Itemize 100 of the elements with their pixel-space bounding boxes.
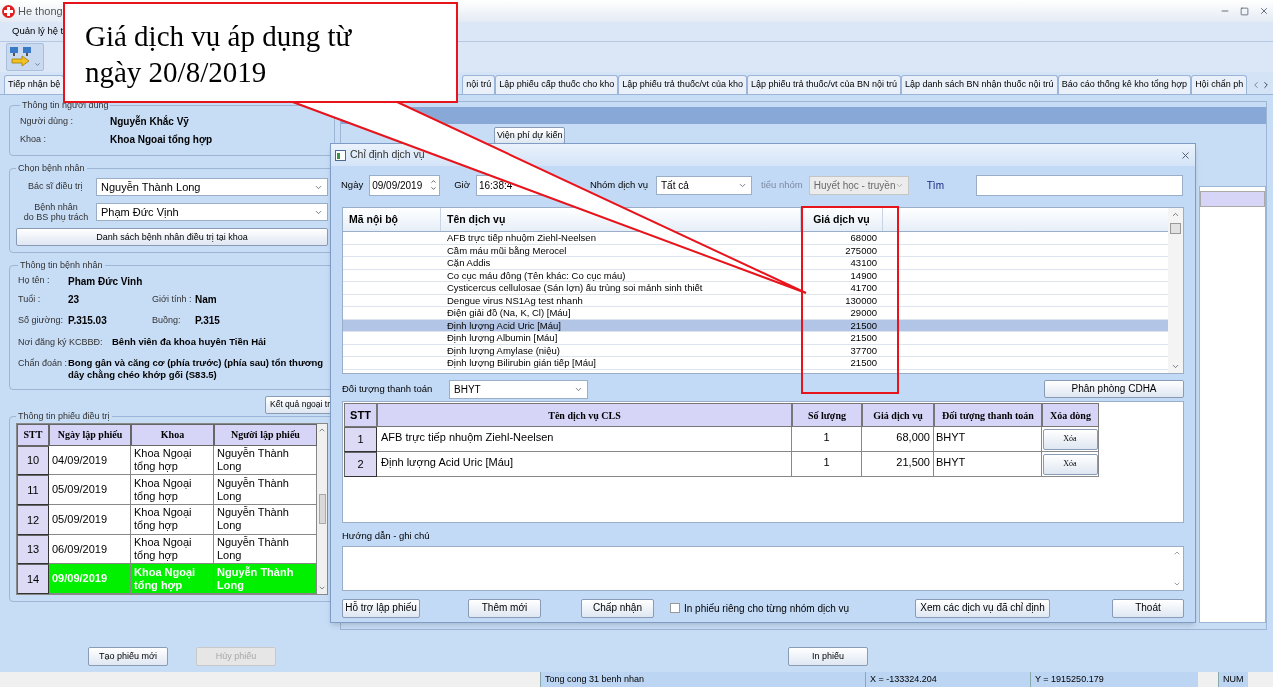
- tab[interactable]: Hội chẩn ph: [1191, 75, 1248, 94]
- table-cell: 68,000: [862, 427, 934, 452]
- maximize-icon[interactable]: [1240, 6, 1249, 16]
- scroll-down-icon[interactable]: [318, 584, 326, 592]
- row-number[interactable]: 10: [17, 445, 49, 476]
- service-row[interactable]: Điện giải đồ (Na, K, Cl) [Máu] 29000: [343, 307, 1168, 320]
- service-name: Dengue virus NS1Ag test nhanh: [446, 295, 584, 305]
- service-name: Cặn Addis: [446, 258, 492, 268]
- tab[interactable]: nội trú: [462, 75, 496, 94]
- column-header[interactable]: Mã nội bộ: [343, 208, 441, 231]
- row-number[interactable]: 2: [344, 452, 377, 477]
- exit-button[interactable]: Thoát: [1112, 598, 1184, 618]
- cross-icon: [2, 4, 15, 18]
- close-icon[interactable]: [1259, 6, 1269, 16]
- service-price: 14900: [849, 270, 878, 280]
- service-row[interactable]: AFB trực tiếp nhuộm Ziehl-Neelsen 68000: [343, 232, 1168, 245]
- table-cell[interactable]: Nguyễn Thành Long: [214, 475, 317, 506]
- row-number[interactable]: 14: [17, 564, 49, 595]
- status-field: Y = 1915250.179: [1030, 672, 1198, 687]
- action-button[interactable]: Thêm mới: [468, 598, 541, 618]
- dropdown-field[interactable]: BHYT: [449, 379, 588, 399]
- tab[interactable]: Báo cáo thống kê kho tổng hợp: [1057, 75, 1192, 94]
- table-cell[interactable]: Nguyễn Thành Long: [214, 534, 317, 565]
- table-cell[interactable]: Khoa Ngoại tổng hợp: [131, 505, 214, 535]
- search-field[interactable]: [975, 174, 1183, 196]
- service-row[interactable]: Cặn Addis 43100: [343, 257, 1168, 270]
- table-cell[interactable]: 04/09/2019: [49, 445, 131, 476]
- column-header: Giá dịch vụ: [862, 403, 934, 427]
- scroll-up-icon[interactable]: [318, 426, 326, 434]
- group-title: Thông tin bệnh nhân: [19, 259, 104, 272]
- scroll-thumb[interactable]: [1170, 223, 1181, 234]
- group-title: Thông tin phiếu điều trị: [17, 409, 111, 423]
- table-cell: Định lượng Acid Uric [Máu]: [377, 452, 792, 477]
- field-label: Tìm: [926, 178, 944, 193]
- column-header: Đối tượng thanh toán: [934, 403, 1042, 427]
- action-button[interactable]: Chấp nhận: [581, 598, 654, 618]
- delete-button[interactable]: Xóa: [1042, 428, 1098, 450]
- group-title: Chọn bệnh nhân: [17, 161, 86, 175]
- column-header: Tên dịch vụ CLS: [377, 403, 792, 427]
- table-cell[interactable]: Khoa Ngoại tổng hợp: [131, 475, 214, 506]
- table-cell[interactable]: Nguyễn Thành Long: [214, 505, 317, 535]
- service-row[interactable]: Cysticercus cellulosae (Sán lợn) ấu trùng soi mảnh sinh thiết 41700: [343, 282, 1168, 295]
- field-label: Nơi đăng ký KCBBĐ:: [18, 335, 104, 349]
- date-field[interactable]: 09/09/2019: [369, 174, 441, 196]
- table-cell[interactable]: 05/09/2019: [49, 505, 131, 535]
- service-row[interactable]: Định lượng Albumin [Máu] 21500: [343, 332, 1168, 345]
- notes-field[interactable]: [342, 546, 1184, 592]
- column-header: Người lập phiếu: [214, 424, 317, 446]
- service-name: Cysticercus cellulosae (Sán lợn) ấu trùng soi mảnh sinh thiết: [446, 283, 704, 293]
- scroll-right-icon[interactable]: [1261, 79, 1271, 90]
- service-price: 275000: [844, 245, 878, 255]
- tab[interactable]: Lập phiếu cấp thuốc cho kho: [495, 75, 619, 94]
- tab[interactable]: Tiếp nhận bệ: [4, 75, 65, 94]
- delete-button[interactable]: Xóa: [1042, 453, 1098, 475]
- scrollbar[interactable]: [1168, 208, 1183, 373]
- dropdown-field[interactable]: Phạm Đức Vịnh: [96, 203, 328, 221]
- table-cell[interactable]: Khoa Ngoại tổng hợp: [131, 534, 214, 565]
- checkbox[interactable]: [670, 603, 680, 614]
- tab[interactable]: Lập phiếu trả thuốc/vt của BN nội trú: [746, 75, 901, 94]
- column-header[interactable]: Giá dịch vụ: [801, 208, 883, 231]
- scroll-thumb[interactable]: [318, 494, 326, 524]
- toolbar-button[interactable]: [6, 43, 44, 71]
- table-cell: 21,500: [862, 452, 934, 477]
- table-cell[interactable]: 05/09/2019: [49, 475, 131, 506]
- spin-down-icon[interactable]: [430, 185, 438, 192]
- menu-item[interactable]: Quản lý hệ t: [12, 24, 64, 39]
- scroll-up-icon[interactable]: [1171, 210, 1180, 219]
- field-label: Khoa :: [20, 132, 48, 146]
- print-button[interactable]: In phiếu: [788, 646, 868, 666]
- service-price: 21500: [849, 358, 878, 368]
- scrollbar[interactable]: [317, 424, 327, 594]
- table-cell[interactable]: Nguyễn Thành Long: [214, 445, 317, 476]
- scroll-down-icon[interactable]: [1171, 362, 1180, 371]
- field-label: Nhóm dịch vụ: [589, 177, 648, 192]
- row-number[interactable]: 11: [17, 475, 49, 506]
- service-row[interactable]: Định lượng Bilirubin gián tiếp [Máu] 21500: [343, 357, 1168, 370]
- service-price: 21500: [849, 333, 878, 343]
- sheet-button[interactable]: Tạo phiếu mới: [88, 646, 168, 666]
- row-number[interactable]: 1: [344, 427, 377, 452]
- field-value: Bênh viên đa khoa huyên Tiền Hải: [112, 335, 266, 350]
- action-button[interactable]: Hỗ trợ lập phiếu: [342, 598, 420, 618]
- row-number[interactable]: 12: [17, 505, 49, 535]
- service-price: 37700: [849, 345, 878, 355]
- view-button[interactable]: Xem các dịch vụ đã chỉ định: [915, 598, 1050, 618]
- scroll-left-icon[interactable]: [1251, 79, 1261, 90]
- field-label: Bệnh nhân do BS phụ trách: [22, 202, 90, 222]
- table-cell[interactable]: Khoa Ngoại tổng hợp: [131, 445, 214, 476]
- close-icon[interactable]: [1180, 149, 1191, 161]
- dropdown-field[interactable]: Nguyễn Thành Long: [96, 178, 328, 196]
- spin-up-icon[interactable]: [430, 178, 438, 185]
- service-price: 41700: [849, 283, 878, 293]
- tab[interactable]: Lập phiếu trả thuốc/vt của kho: [618, 75, 747, 94]
- field-value: Pham Đức Vinh: [68, 274, 143, 289]
- field-value: 23: [68, 293, 81, 307]
- row-number[interactable]: 13: [17, 534, 49, 565]
- table-cell[interactable]: 06/09/2019: [49, 534, 131, 565]
- list-button[interactable]: Danh sách bệnh nhân điều trị tại khoa: [16, 228, 328, 246]
- cdha-button[interactable]: Phân phòng CDHA: [1044, 380, 1184, 398]
- dropdown-field[interactable]: Tất cả: [656, 175, 752, 195]
- tab[interactable]: Lập danh sách BN nhận thuốc nội trú: [901, 75, 1058, 94]
